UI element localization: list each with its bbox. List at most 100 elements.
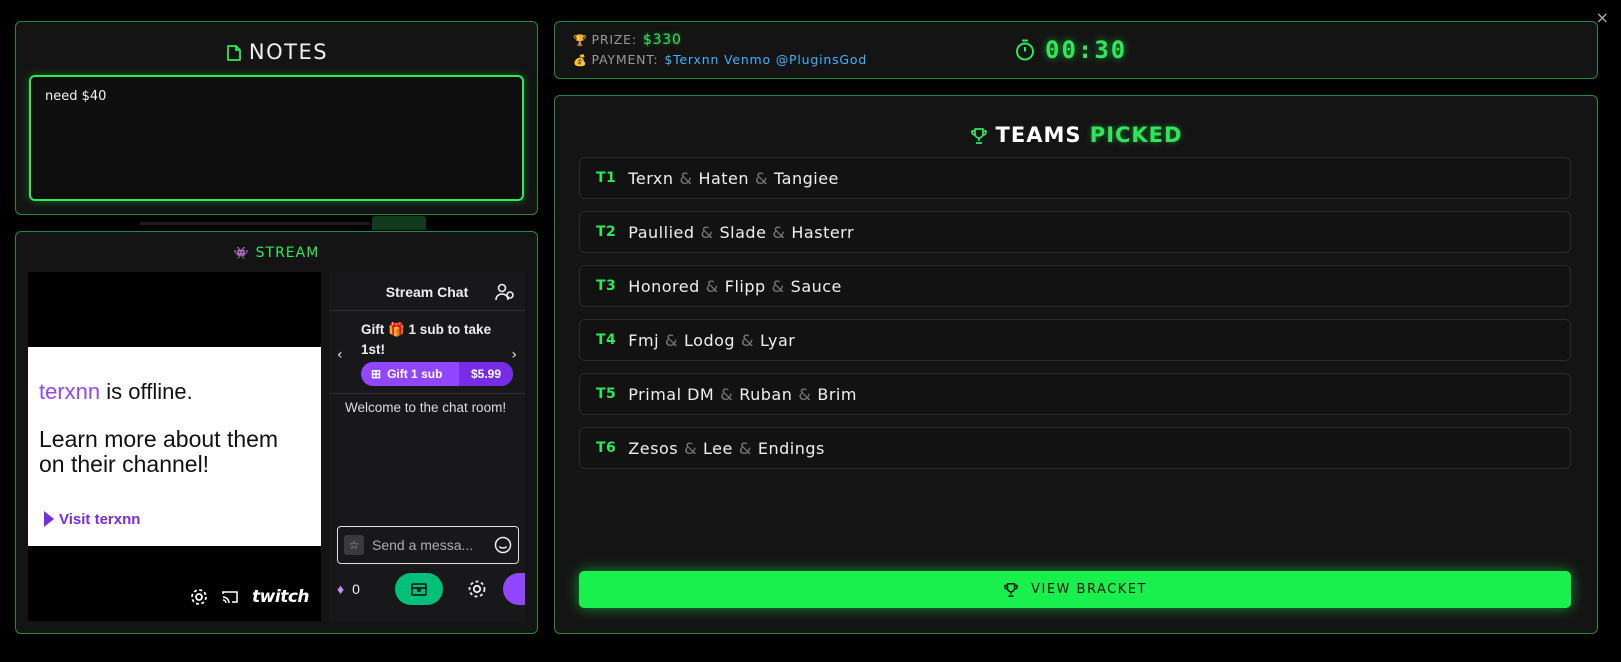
team-row: T5 Primal DM & Ruban & Brim	[579, 373, 1571, 415]
team-player: Ruban	[739, 384, 793, 404]
team-player: Sauce	[790, 276, 842, 296]
stream-title-label: STREAM	[255, 245, 320, 261]
bits-balance[interactable]: ♦ 0	[337, 581, 377, 597]
team-id: T1	[596, 170, 617, 186]
team-list: T1 Terxn & Haten & Tangiee T2 Paullied & Slade & Ha…	[579, 157, 1571, 481]
timer-value: 00:30	[1045, 36, 1128, 64]
chat-input-placeholder: Send a messa...	[372, 537, 474, 553]
payment-row: 💰 PAYMENT: $Terxnn Venmo @PluginsGod	[573, 52, 867, 67]
chat-welcome-message: Welcome to the chat room!	[345, 400, 507, 415]
notes-title-label: NOTES	[248, 40, 329, 64]
gift-banner: ‹ Gift 🎁 1 sub to take 1st! › ⊞ Gift 1 su…	[329, 312, 525, 394]
gift-text: Gift 🎁 1 sub to take 1st!	[361, 322, 492, 357]
stream-chat: Stream Chat ‹ Gift 🎁 1 sub to take 1st! …	[329, 272, 525, 621]
visit-label: Visit terxnn	[59, 511, 141, 528]
trophy-icon	[1004, 582, 1019, 597]
twitch-player[interactable]: terxnn is offline. Learn more about them…	[28, 272, 321, 621]
team-separator: &	[772, 222, 786, 242]
team-row: T6 Zesos & Lee & Endings	[579, 427, 1571, 469]
stopwatch-icon	[1016, 39, 1034, 61]
teams-title: TEAMS PICKED	[555, 123, 1597, 147]
team-id: T2	[596, 224, 617, 240]
player-controls: twitch	[190, 587, 309, 607]
prize-bar: 🏆 PRIZE: $330 💰 PAYMENT: $Terxnn Venmo @Plug…	[554, 21, 1598, 79]
team-player: Lee	[703, 438, 733, 458]
notes-textarea[interactable]: need $40	[29, 75, 524, 201]
money-bag-icon: 💰	[573, 54, 588, 67]
trophy-outline-icon	[970, 128, 987, 144]
team-separator: &	[665, 330, 679, 350]
community-icon[interactable]	[495, 282, 515, 302]
teams-panel: TEAMS PICKED T1 Terxn & Haten & Tangiee T2 Paul…	[554, 95, 1598, 634]
team-row: T2 Paullied & Slade & Hasterr	[579, 211, 1571, 253]
notes-title: NOTES	[16, 40, 537, 64]
chat-header: Stream Chat	[329, 272, 525, 311]
prize-value: $330	[642, 32, 682, 48]
reward-chest-button[interactable]	[395, 573, 443, 605]
prize-label: PRIZE:	[591, 32, 637, 47]
chest-icon	[411, 583, 427, 596]
view-bracket-button[interactable]: VIEW BRACKET	[579, 571, 1571, 608]
team-separator: &	[798, 384, 812, 404]
star-icon[interactable]: ☆	[344, 535, 364, 555]
team-player: Paullied	[628, 222, 695, 242]
settings-gear-icon[interactable]	[190, 588, 208, 606]
team-player: Lodog	[684, 330, 736, 350]
team-player: Flipp	[724, 276, 766, 296]
chat-message-input[interactable]: ☆ Send a messa...	[337, 526, 519, 564]
team-separator: &	[705, 276, 719, 296]
team-player: Honored	[628, 276, 700, 296]
teams-title-part2: PICKED	[1089, 123, 1183, 147]
twitch-logo[interactable]: twitch	[252, 587, 309, 607]
note-icon	[227, 45, 241, 61]
offline-suffix: is offline.	[100, 379, 193, 404]
team-row: T1 Terxn & Haten & Tangiee	[579, 157, 1571, 199]
chevron-right-icon[interactable]: ›	[511, 347, 517, 363]
team-player: Tangiee	[774, 168, 839, 188]
offline-status: terxnn is offline.	[39, 379, 193, 405]
chat-send-button[interactable]	[503, 573, 525, 605]
stream-title: 👾 STREAM	[16, 245, 537, 261]
team-player: Hasterr	[791, 222, 855, 242]
team-separator: &	[741, 330, 755, 350]
learn-more-text: Learn more about them on their channel!	[39, 426, 279, 478]
chevron-left-icon[interactable]: ‹	[337, 347, 343, 363]
channel-link[interactable]: terxnn	[39, 379, 100, 404]
offline-card: terxnn is offline. Learn more about them…	[28, 347, 321, 546]
team-player: Lyar	[760, 330, 796, 350]
cast-icon[interactable]	[222, 590, 238, 604]
team-separator: &	[679, 168, 693, 188]
team-separator: &	[738, 438, 752, 458]
gift-price: $5.99	[459, 362, 513, 386]
team-separator: &	[720, 384, 734, 404]
chat-footer: ♦ 0	[337, 572, 525, 606]
team-player: Primal DM	[628, 384, 715, 404]
teams-title-part1: TEAMS	[995, 123, 1082, 147]
notes-panel: NOTES need $40	[15, 21, 538, 215]
trophy-icon: 🏆	[573, 34, 588, 47]
team-player: Slade	[719, 222, 767, 242]
gift-sub-button[interactable]: ⊞ Gift 1 sub $5.99	[361, 362, 513, 386]
team-row: T3 Honored & Flipp & Sauce	[579, 265, 1571, 307]
play-icon	[44, 511, 54, 527]
payment-label: PAYMENT:	[591, 52, 659, 67]
team-id: T3	[596, 278, 617, 294]
team-player: Zesos	[628, 438, 679, 458]
gift-icon: ⊞	[371, 367, 382, 381]
team-player: Haten	[698, 168, 750, 188]
team-separator: &	[755, 168, 769, 188]
chat-settings-icon[interactable]	[467, 579, 487, 599]
visit-channel-link[interactable]: Visit terxnn	[44, 511, 140, 528]
team-separator: &	[684, 438, 698, 458]
team-id: T5	[596, 386, 617, 402]
bits-count: 0	[352, 581, 360, 597]
team-player: Endings	[757, 438, 825, 458]
prize-row: 🏆 PRIZE: $330	[573, 32, 682, 48]
team-id: T6	[596, 440, 617, 456]
team-row: T4 Fmj & Lodog & Lyar	[579, 319, 1571, 361]
alien-monster-icon: 👾	[233, 246, 250, 260]
emote-smile-icon[interactable]	[494, 536, 512, 554]
hidden-input-row	[140, 216, 430, 230]
team-separator: &	[771, 276, 785, 296]
close-icon[interactable]: ×	[1596, 10, 1609, 26]
